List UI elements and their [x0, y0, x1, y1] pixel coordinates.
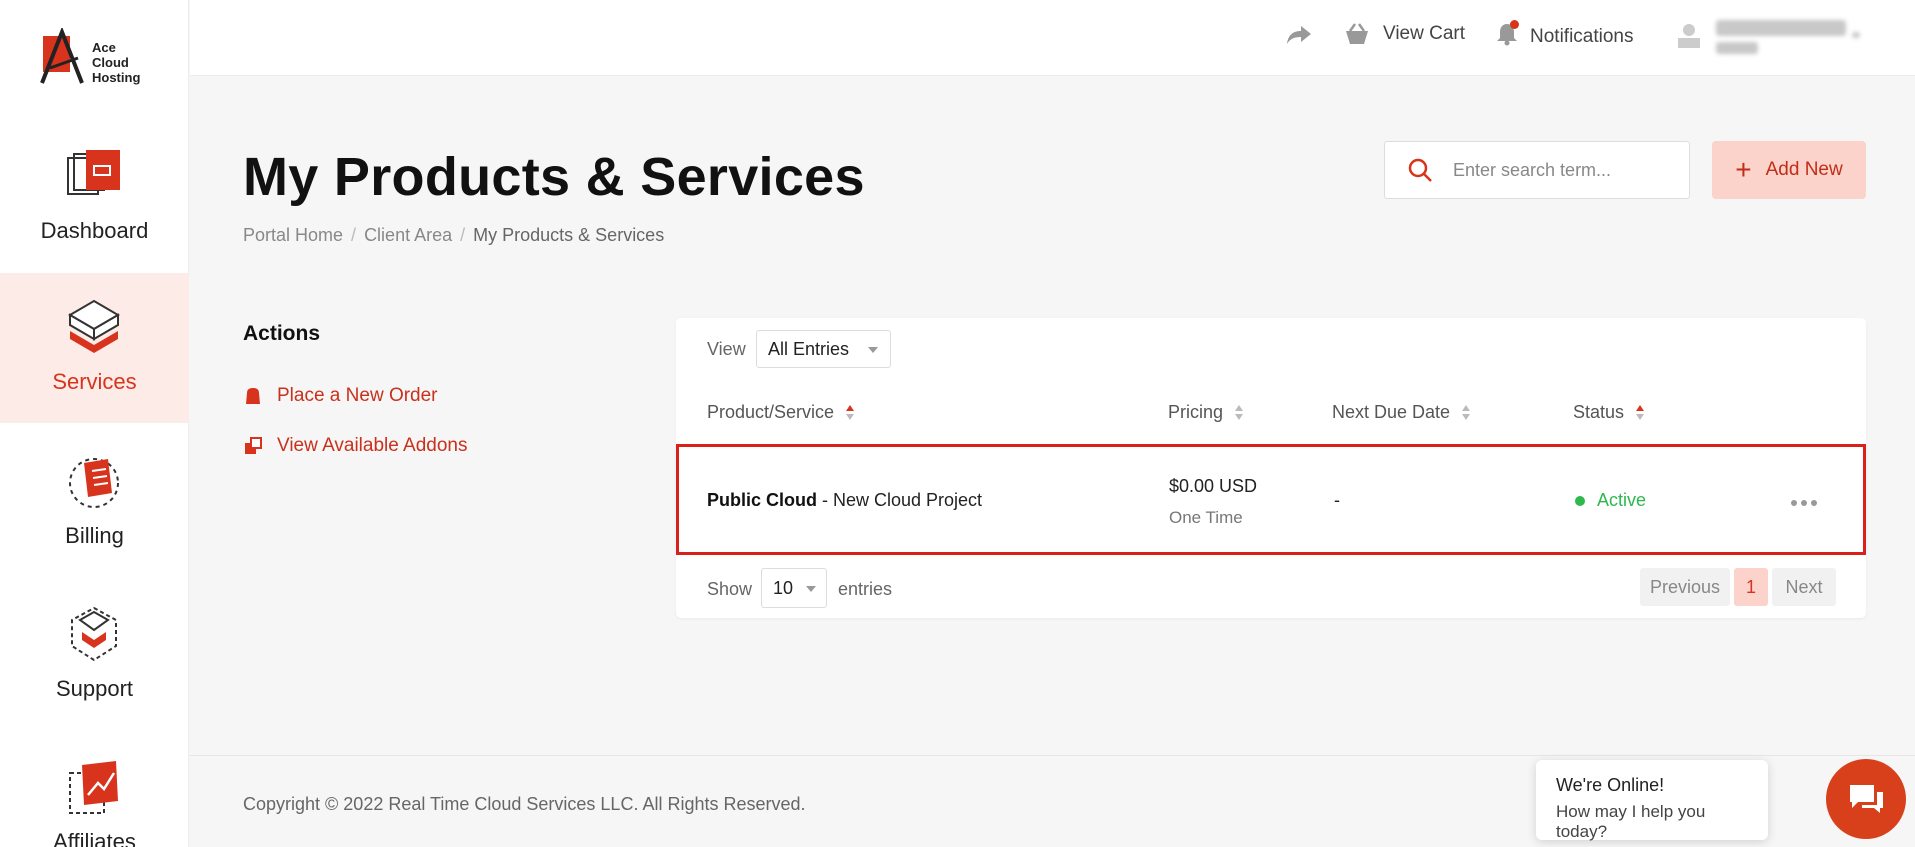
view-cart-link[interactable]: View Cart	[1343, 22, 1465, 46]
notifications-link[interactable]: Notifications	[1496, 20, 1634, 52]
breadcrumb-separator: /	[351, 225, 357, 245]
entries-label: entries	[838, 579, 893, 599]
search-input[interactable]	[1453, 159, 1673, 181]
add-new-button[interactable]: + Add New	[1712, 141, 1866, 199]
sort-icon	[1462, 404, 1471, 422]
chat-greeting-bubble[interactable]: We're Online! How may I help you today?	[1536, 760, 1768, 841]
dashboard-icon	[67, 150, 120, 195]
place-new-order-link[interactable]: Place a New Order	[243, 385, 438, 407]
pagination-next-button[interactable]: Next	[1772, 568, 1836, 606]
sidebar-item-billing[interactable]: Billing	[0, 427, 189, 577]
copyright-text: Copyright © 2022 Real Time Cloud Service…	[243, 794, 806, 814]
status-badge: Active	[1575, 490, 1646, 511]
sidebar: Ace Cloud Hosting Dashboard Services Bil…	[0, 0, 189, 847]
more-options-icon[interactable]	[1791, 500, 1817, 506]
affiliates-icon	[69, 761, 118, 814]
page-size-select[interactable]: 10	[761, 568, 827, 608]
status-dot-icon	[1575, 495, 1585, 506]
column-header-status[interactable]: Status	[1573, 402, 1645, 423]
services-icon	[68, 299, 120, 353]
share-icon	[1287, 26, 1311, 44]
view-label: View	[707, 339, 746, 359]
next-due-date-cell: -	[1334, 490, 1340, 510]
column-header-product[interactable]: Product/Service	[707, 402, 855, 423]
product-cell: Public Cloud - New Cloud Project	[707, 490, 983, 510]
show-label: Show	[707, 579, 753, 599]
sort-icon	[1636, 404, 1645, 422]
pagination-page-1[interactable]: 1	[1734, 568, 1768, 606]
sidebar-item-services[interactable]: Services	[0, 273, 189, 423]
share-button[interactable]	[1286, 24, 1324, 46]
breadcrumb-client-area[interactable]: Client Area	[364, 225, 452, 246]
logo-mark-icon	[40, 26, 84, 84]
page-title: My Products & Services	[243, 147, 865, 207]
sort-icon	[1235, 404, 1244, 422]
addons-icon	[245, 437, 262, 454]
actions-heading: Actions	[243, 322, 321, 345]
brand-logo[interactable]: Ace Cloud Hosting	[40, 26, 152, 88]
chat-icon	[1850, 785, 1883, 813]
table-row[interactable]: Public Cloud - New Cloud Project $0.00 U…	[676, 444, 1866, 555]
services-table-card: View All Entries Product/Service Pricing…	[676, 318, 1866, 618]
column-header-pricing[interactable]: Pricing	[1168, 402, 1244, 423]
user-menu[interactable]	[1676, 18, 1872, 58]
support-icon	[71, 606, 117, 662]
chevron-down-icon	[868, 347, 878, 353]
bell-wrap	[1496, 20, 1519, 52]
cart-icon	[246, 388, 260, 404]
basket-icon	[1346, 23, 1368, 44]
logo-text: Ace Cloud Hosting	[92, 40, 141, 85]
breadcrumb-separator: /	[460, 225, 466, 245]
topbar: View Cart Notifications	[190, 0, 1915, 76]
billing-cycle-cell: One Time	[1169, 508, 1243, 527]
search-icon	[1408, 158, 1432, 182]
sidebar-item-affiliates[interactable]: Affiliates	[0, 733, 189, 847]
sort-icon	[846, 404, 855, 422]
breadcrumb-current: My Products & Services	[473, 225, 665, 245]
sidebar-item-support[interactable]: Support	[0, 580, 189, 730]
search-box[interactable]	[1384, 141, 1690, 199]
price-cell: $0.00 USD	[1169, 476, 1258, 496]
notification-dot	[1510, 20, 1519, 29]
sidebar-item-dashboard[interactable]: Dashboard	[0, 122, 189, 272]
plus-icon: +	[1735, 154, 1752, 185]
pagination-previous-button[interactable]: Previous	[1640, 568, 1730, 606]
user-avatar-icon	[1678, 24, 1700, 48]
breadcrumb-portal-home[interactable]: Portal Home	[243, 225, 343, 246]
view-filter-select[interactable]: All Entries	[756, 330, 891, 368]
column-header-next-due-date[interactable]: Next Due Date	[1332, 402, 1471, 423]
view-addons-link[interactable]: View Available Addons	[243, 435, 468, 457]
chat-launcher-button[interactable]	[1826, 759, 1906, 839]
chevron-down-icon	[806, 586, 816, 592]
billing-icon	[69, 458, 119, 508]
breadcrumb: Portal Home / Client Area / My Products …	[243, 225, 664, 246]
